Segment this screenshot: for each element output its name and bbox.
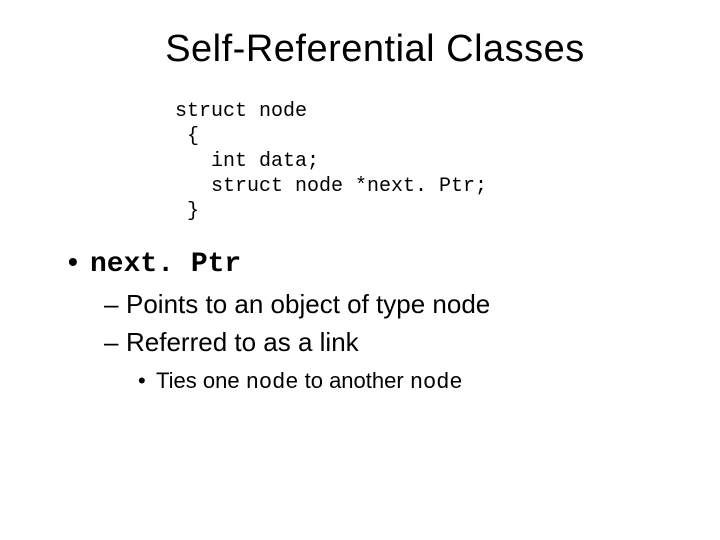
- bullet-marker: •: [68, 246, 90, 278]
- code-line-1: struct node: [175, 100, 307, 123]
- code-line-5: }: [175, 200, 199, 223]
- code-line-2: {: [175, 125, 199, 148]
- bullet-level2-a: –Points to an object of type node: [104, 288, 680, 322]
- bullet-list: •next. Ptr –Points to an object of type …: [60, 246, 680, 395]
- bullet-l3-code1: node: [246, 370, 299, 395]
- slide-title: Self-Referential Classes: [70, 28, 680, 71]
- bullet-l2a-text: Points to an object of type node: [126, 289, 490, 319]
- bullet-l1-text: next. Ptr: [90, 249, 241, 280]
- bullet-level1: •next. Ptr: [68, 246, 680, 280]
- bullet-l3-code2: node: [410, 370, 463, 395]
- bullet-marker: –: [104, 326, 126, 360]
- code-line-4: struct node *next. Ptr;: [175, 175, 487, 198]
- code-line-3: int data;: [175, 150, 319, 173]
- bullet-l3-prefix: Ties one: [156, 368, 246, 393]
- code-block: struct node { int data; struct node *nex…: [175, 99, 680, 224]
- bullet-level3: •Ties one node to another node: [138, 368, 680, 395]
- bullet-marker: –: [104, 288, 126, 322]
- bullet-l3-mid: to another: [299, 368, 410, 393]
- bullet-level2-b: –Referred to as a link: [104, 326, 680, 360]
- bullet-l2b-text: Referred to as a link: [126, 327, 359, 357]
- bullet-marker: •: [138, 368, 156, 394]
